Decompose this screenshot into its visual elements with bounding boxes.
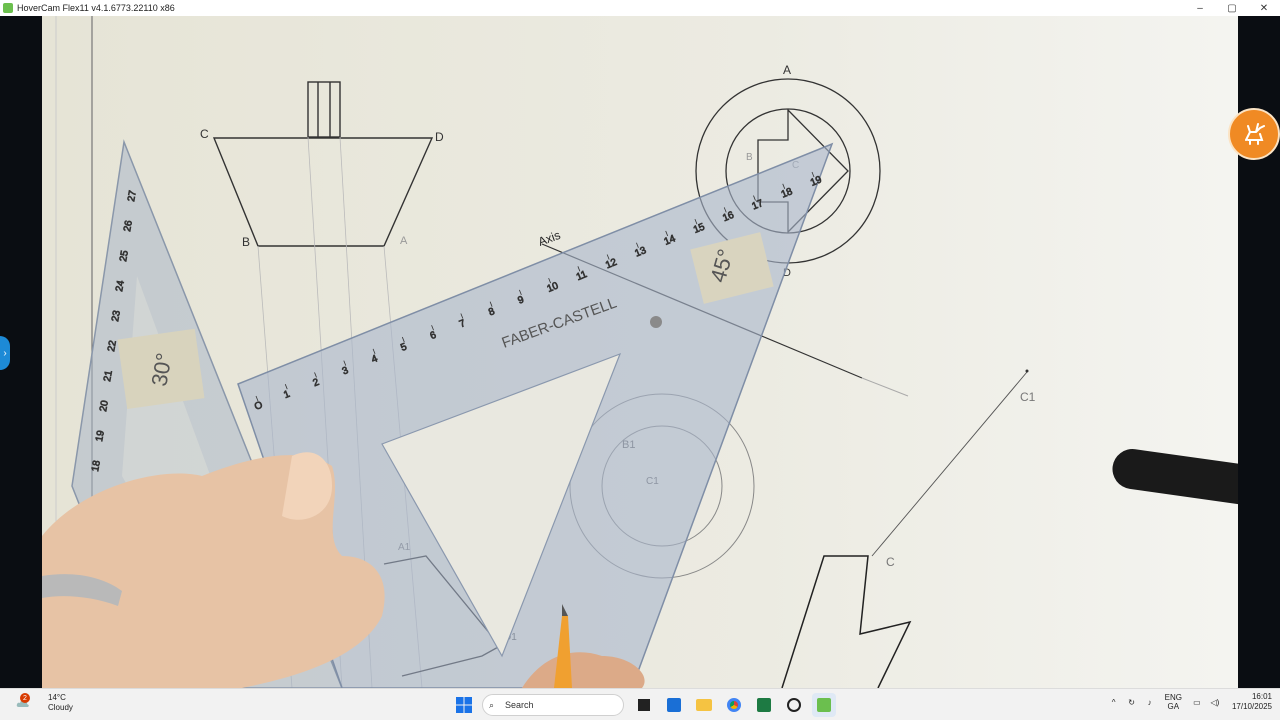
microphone-icon[interactable]: ♪ [1141, 698, 1159, 707]
search-icon: ⌕ [489, 699, 495, 710]
chatgpt-button[interactable] [782, 693, 806, 717]
sync-icon[interactable]: ↻ [1123, 698, 1141, 707]
search-placeholder: Search [505, 700, 534, 710]
network-icon[interactable]: ▭ [1188, 698, 1206, 707]
window-titlebar: HoverCam Flex11 v4.1.6773.22110 x86 – ▢ … [0, 0, 1280, 16]
chrome-icon [727, 698, 741, 712]
clock-time: 16:01 [1251, 692, 1272, 701]
tray-overflow-button[interactable]: ^ [1105, 698, 1123, 707]
task-view-icon [638, 699, 650, 711]
notification-badge: 2 [20, 693, 30, 703]
lang-top: ENG [1164, 693, 1182, 702]
windows-taskbar: 2 14°C Cloudy ⌕ Search ^ ↻ ♪ ENG GA ▭ ◁)… [0, 688, 1280, 720]
label-c-lower: C [886, 555, 895, 569]
close-button[interactable]: ✕ [1248, 0, 1280, 16]
language-indicator[interactable]: ENG GA [1165, 693, 1182, 711]
label-d: D [435, 130, 444, 144]
label-b-small: B [746, 152, 753, 163]
excel-icon [757, 698, 771, 712]
file-explorer-button[interactable] [692, 693, 716, 717]
hovercam-icon [817, 698, 831, 712]
volume-icon[interactable]: ◁) [1206, 698, 1224, 707]
clock[interactable]: 16:01 17/10/2025 [1232, 692, 1272, 712]
system-tray: ^ ↻ ♪ ENG GA ▭ ◁) 16:01 17/10/2025 [1105, 692, 1272, 712]
taskbar-search[interactable]: ⌕ Search [482, 694, 624, 716]
openai-icon [787, 698, 801, 712]
excel-button[interactable] [752, 693, 776, 717]
start-button[interactable] [452, 693, 476, 717]
side-panel-toggle[interactable]: › [0, 336, 10, 370]
lang-bottom: GA [1167, 702, 1180, 711]
folder-icon [696, 699, 712, 711]
store-button[interactable] [662, 693, 686, 717]
label-b: B [242, 235, 250, 249]
task-view-button[interactable] [632, 693, 656, 717]
chevron-right-icon: › [3, 347, 7, 359]
window-controls: – ▢ ✕ [1184, 0, 1280, 16]
label-a: A [400, 235, 408, 247]
label-top-a: A [783, 63, 791, 77]
clock-date: 17/10/2025 [1231, 702, 1272, 711]
weather-widget[interactable]: 2 14°C Cloudy [16, 693, 73, 713]
chrome-button[interactable] [722, 693, 746, 717]
weather-temp: 14°C [48, 693, 66, 702]
weather-condition: Cloudy [48, 703, 73, 712]
store-icon [667, 698, 681, 712]
hovercam-app-icon [3, 3, 13, 13]
floating-toolbar-button[interactable] [1228, 108, 1280, 160]
windows-logo-icon [456, 697, 472, 713]
camera-image: C D B A A B C D Axis C1 B1 C1 [42, 16, 1238, 688]
deer-icon [1245, 123, 1265, 145]
window-title: HoverCam Flex11 v4.1.6773.22110 x86 [17, 3, 175, 13]
label-c1: C1 [1020, 390, 1036, 404]
camera-feed: C D B A A B C D Axis C1 B1 C1 [42, 16, 1238, 688]
label-c: C [200, 127, 209, 141]
minimize-button[interactable]: – [1184, 0, 1216, 16]
taskbar-apps: ⌕ Search [452, 693, 842, 717]
hovercam-taskbar-button[interactable] [812, 693, 836, 717]
maximize-button[interactable]: ▢ [1216, 0, 1248, 16]
